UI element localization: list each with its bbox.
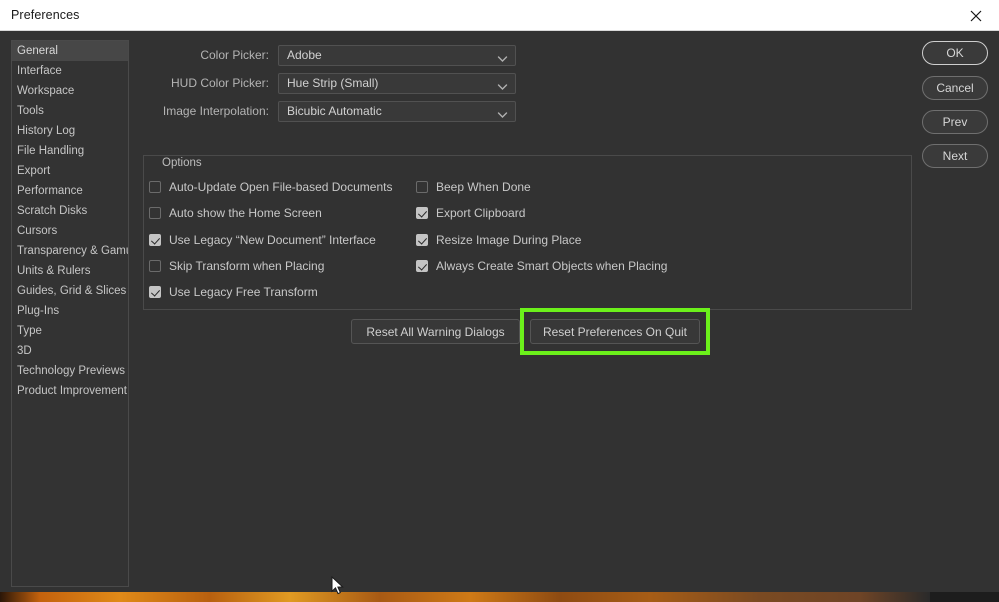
sidebar-item-label: Plug-Ins [17, 305, 60, 317]
checkbox-checked-icon[interactable] [416, 207, 428, 219]
button-next[interactable]: Next [922, 144, 988, 168]
sidebar-item-units-rulers[interactable]: Units & Rulers [12, 261, 128, 281]
checkbox-checked-icon[interactable] [416, 234, 428, 246]
checkbox-checked-icon[interactable] [149, 234, 161, 246]
sidebar-item-transparency-gamut[interactable]: Transparency & Gamut [12, 241, 128, 261]
form-row-image-interpolation: Image Interpolation: Bicubic Automatic [143, 100, 516, 122]
sidebar-item-label: Scratch Disks [17, 205, 88, 217]
sidebar-item-label: Export [17, 165, 51, 177]
sidebar-item-general[interactable]: General [12, 41, 128, 61]
checkbox-label: Auto-Update Open File-based Documents [169, 180, 393, 194]
sidebar-item-workspace[interactable]: Workspace [12, 81, 128, 101]
field-label: Color Picker: [200, 48, 269, 62]
close-icon [970, 10, 982, 22]
sidebar-item-label: Units & Rulers [17, 265, 91, 277]
checkbox-row-use-legacy-new-document-interface[interactable]: Use Legacy “New Document” Interface [149, 231, 376, 249]
sidebar-item-product-improvement[interactable]: Product Improvement [12, 381, 128, 401]
checkbox-row-beep-when-done[interactable]: Beep When Done [416, 178, 531, 196]
button-label: Reset All Warning Dialogs [366, 324, 505, 339]
dropdown-selected-value: Hue Strip (Small) [287, 76, 379, 90]
sidebar-item-export[interactable]: Export [12, 161, 128, 181]
sidebar-item-label: History Log [17, 125, 76, 137]
checkbox-row-skip-transform-when-placing[interactable]: Skip Transform when Placing [149, 257, 324, 275]
window-titlebar: Preferences [0, 0, 999, 31]
button-label: Prev [942, 115, 968, 129]
button-reset-preferences-on-quit[interactable]: Reset Preferences On Quit [530, 319, 700, 344]
background-document-strip-right [930, 592, 999, 602]
checkbox-label: Always Create Smart Objects when Placing [436, 259, 668, 273]
checkbox-label: Use Legacy Free Transform [169, 285, 318, 299]
checkbox-checked-icon[interactable] [416, 260, 428, 272]
checkbox-row-resize-image-during-place[interactable]: Resize Image During Place [416, 231, 581, 249]
checkbox-label: Use Legacy “New Document” Interface [169, 233, 376, 247]
sidebar-item-label: Workspace [17, 85, 75, 97]
chevron-down-icon [497, 79, 508, 97]
checkbox-row-export-clipboard[interactable]: Export Clipboard [416, 204, 525, 222]
checkbox-label: Skip Transform when Placing [169, 259, 325, 273]
sidebar-item-3d[interactable]: 3D [12, 341, 128, 361]
sidebar-item-technology-previews[interactable]: Technology Previews [12, 361, 128, 381]
chevron-down-icon [497, 107, 508, 125]
button-cancel[interactable]: Cancel [922, 76, 988, 100]
background-document-strip [0, 592, 999, 602]
sidebar-item-performance[interactable]: Performance [12, 181, 128, 201]
field-label: Image Interpolation: [162, 104, 269, 118]
form-row-color-picker: Color Picker: Adobe [143, 44, 516, 66]
preferences-category-list[interactable]: General Interface Workspace Tools History Lo… [11, 40, 129, 587]
checkbox-unchecked-icon[interactable] [149, 207, 161, 219]
checkbox-label: Auto show the Home Screen [169, 206, 322, 220]
sidebar-item-tools[interactable]: Tools [12, 101, 128, 121]
sidebar-item-label: Type [17, 325, 42, 337]
sidebar-item-label: Product Improvement [17, 385, 127, 397]
sidebar-item-history-log[interactable]: History Log [12, 121, 128, 141]
dropdown-hud-color-picker[interactable]: Hue Strip (Small) [278, 72, 516, 97]
checkbox-label: Export Clipboard [436, 206, 526, 220]
checkbox-label: Beep When Done [436, 180, 531, 194]
sidebar-item-label: Performance [17, 185, 83, 197]
checkbox-unchecked-icon[interactable] [149, 181, 161, 193]
dropdown-color-picker[interactable]: Adobe [278, 44, 516, 69]
sidebar-item-type[interactable]: Type [12, 321, 128, 341]
preferences-dialog-body: General Interface Workspace Tools History Lo… [0, 31, 999, 592]
button-label: Reset Preferences On Quit [542, 324, 688, 339]
sidebar-item-label: General [17, 45, 58, 57]
sidebar-item-label: Transparency & Gamut [17, 245, 129, 257]
sidebar-item-file-handling[interactable]: File Handling [12, 141, 128, 161]
button-prev[interactable]: Prev [922, 110, 988, 134]
checkbox-row-auto-update-open-file-based-documents[interactable]: Auto-Update Open File-based Documents [149, 178, 392, 196]
button-label: OK [946, 46, 964, 60]
window-title: Preferences [11, 8, 80, 22]
sidebar-item-label: Interface [17, 65, 62, 77]
checkbox-row-always-create-smart-objects-when-placing[interactable]: Always Create Smart Objects when Placing [416, 257, 667, 275]
sidebar-item-cursors[interactable]: Cursors [12, 221, 128, 241]
dropdown-image-interpolation[interactable]: Bicubic Automatic [278, 100, 516, 125]
button-reset-all-warning-dialogs[interactable]: Reset All Warning Dialogs [351, 319, 520, 344]
checkbox-label: Resize Image During Place [436, 233, 582, 247]
sidebar-item-plug-ins[interactable]: Plug-Ins [12, 301, 128, 321]
sidebar-item-label: File Handling [17, 145, 85, 157]
options-group-label: Options [156, 156, 208, 170]
field-label: HUD Color Picker: [170, 76, 269, 90]
sidebar-item-scratch-disks[interactable]: Scratch Disks [12, 201, 128, 221]
form-row-hud-color-picker: HUD Color Picker: Hue Strip (Small) [143, 72, 516, 94]
checkbox-unchecked-icon[interactable] [416, 181, 428, 193]
dropdown-selected-value: Adobe [287, 48, 322, 62]
button-ok[interactable]: OK [922, 41, 988, 65]
sidebar-item-guides-grid-slices[interactable]: Guides, Grid & Slices [12, 281, 128, 301]
checkbox-unchecked-icon[interactable] [149, 260, 161, 272]
sidebar-item-label: 3D [17, 345, 32, 357]
dropdown-selected-value: Bicubic Automatic [287, 104, 382, 118]
checkbox-row-use-legacy-free-transform[interactable]: Use Legacy Free Transform [149, 283, 318, 301]
sidebar-item-label: Tools [17, 105, 44, 117]
sidebar-item-label: Technology Previews [17, 365, 126, 377]
button-label: Cancel [936, 81, 974, 95]
sidebar-item-label: Cursors [17, 225, 58, 237]
sidebar-item-interface[interactable]: Interface [12, 61, 128, 81]
button-label: Next [942, 149, 968, 163]
checkbox-row-auto-show-the-home-screen[interactable]: Auto show the Home Screen [149, 204, 322, 222]
close-button[interactable] [953, 0, 999, 31]
sidebar-item-label: Guides, Grid & Slices [17, 285, 127, 297]
chevron-down-icon [497, 51, 508, 69]
checkbox-checked-icon[interactable] [149, 286, 161, 298]
